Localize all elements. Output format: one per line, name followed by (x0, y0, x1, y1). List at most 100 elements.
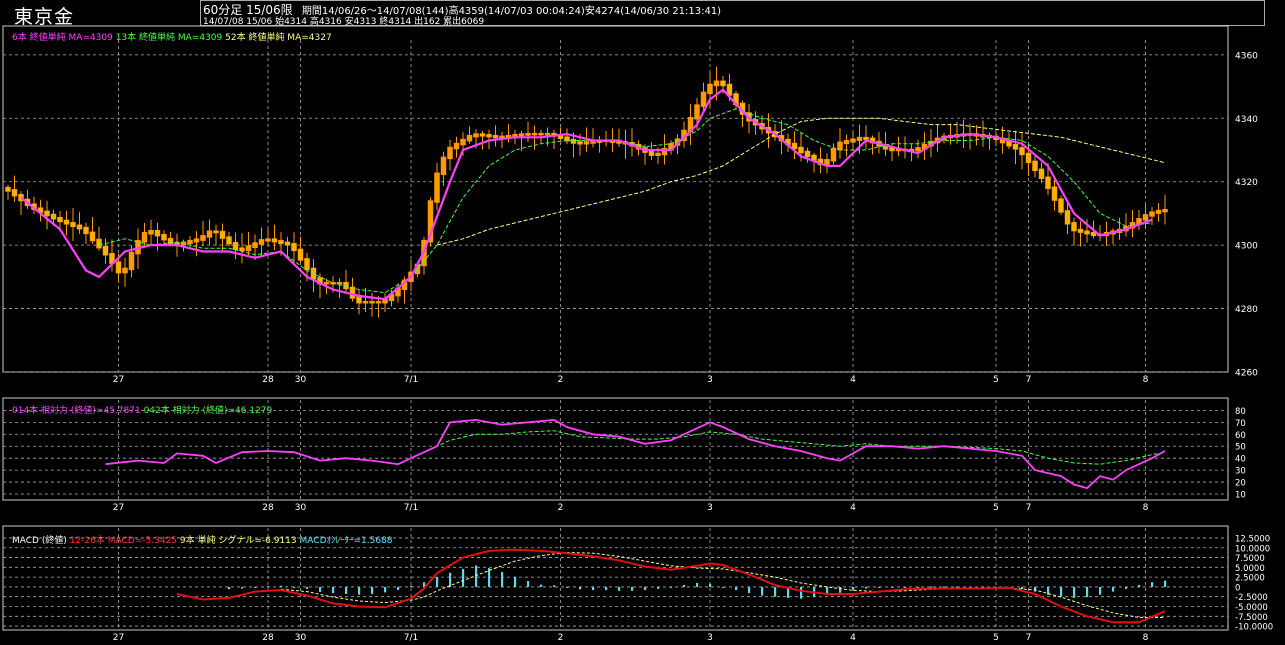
y-tick-label: 60 (1235, 431, 1246, 441)
candle-body (1019, 147, 1025, 156)
date-label: 4 (850, 375, 856, 385)
y-tick-label: -2.5000 (1235, 593, 1268, 603)
candle-body (193, 238, 200, 243)
candle-body (161, 233, 167, 241)
date-label: 5 (993, 375, 999, 385)
candle-body (50, 213, 57, 220)
histogram-bar (1125, 586, 1128, 589)
y-tick-label: 0 (1235, 583, 1240, 593)
candle-body (1012, 143, 1019, 150)
histogram-bar (280, 585, 283, 587)
y-tick-label: 70 (1235, 419, 1246, 429)
candle-body (583, 141, 590, 145)
candle-body (434, 172, 440, 203)
histogram-bar (618, 586, 621, 591)
candle-body (219, 230, 226, 239)
y-tick-label: -5.0000 (1235, 603, 1268, 613)
histogram-bar (1073, 586, 1076, 598)
candle-body (843, 140, 850, 145)
histogram-bar (306, 586, 309, 589)
y-tick-label: 4360 (1235, 51, 1258, 61)
candle-body (1025, 152, 1032, 164)
date-label: 8 (1143, 503, 1149, 513)
candle-body (440, 156, 447, 176)
histogram-bar (839, 586, 842, 593)
signal-line (280, 551, 1165, 618)
histogram-bar (1060, 586, 1063, 597)
histogram-bar (436, 577, 439, 587)
candle-body (369, 300, 375, 304)
y-tick-label: 4280 (1235, 305, 1258, 315)
candle-body (200, 235, 206, 241)
candle-body (538, 132, 544, 136)
candle-body (102, 245, 109, 256)
candle-body (1032, 160, 1038, 172)
candle-body (122, 267, 128, 274)
candle-body (245, 245, 252, 252)
histogram-bar (527, 581, 530, 587)
date-label: 27 (113, 375, 124, 385)
candle-body (707, 83, 713, 95)
candle-body (11, 189, 18, 197)
candle-body (525, 132, 531, 136)
histogram-bar (228, 586, 231, 590)
candle-body (336, 281, 343, 285)
candle-body (5, 186, 11, 192)
candle-body (323, 281, 330, 285)
date-label: 5 (993, 503, 999, 513)
y-tick-label: 10.0000 (1235, 544, 1270, 554)
candle-body (1155, 209, 1162, 214)
date-label: 7 (1026, 503, 1032, 513)
rsi42-line (423, 430, 1166, 465)
y-tick-label: 10 (1235, 491, 1246, 501)
histogram-bar (332, 586, 335, 594)
chart-window: 東京金 60分足 15/06限 期間14/06/26～14/07/08(144)… (0, 0, 1285, 645)
candle-body (252, 242, 258, 248)
date-label: 4 (850, 503, 856, 513)
candle-body (96, 238, 102, 249)
candle-body (460, 138, 466, 146)
y-tick-label: 50 (1235, 443, 1246, 453)
date-label: 3 (707, 375, 713, 385)
candle-body (798, 146, 804, 154)
histogram-bar (319, 586, 322, 593)
chart-canvas: 42604280430043204340436027 28 30 7/1 2 3 4 5 7 81… (2, 25, 1273, 643)
histogram-bar (514, 576, 517, 587)
histogram-bar (631, 586, 634, 591)
candle-body (804, 150, 811, 158)
histogram-bar (1099, 586, 1102, 595)
histogram-bar (1164, 580, 1167, 587)
candle-body (479, 133, 486, 137)
histogram-bar (657, 586, 660, 589)
candle-body (304, 258, 310, 271)
candle-body (265, 238, 271, 242)
candle-body (271, 238, 278, 243)
candle-body (453, 142, 460, 150)
histogram-bar (358, 586, 361, 595)
candle-body (648, 150, 655, 157)
y-tick-label: 12.5000 (1235, 534, 1270, 544)
candle-body (492, 134, 499, 139)
histogram-bar (397, 586, 400, 591)
y-tick-label: 7.5000 (1235, 554, 1265, 564)
y-tick-label: 4320 (1235, 178, 1258, 188)
panel-frame-0 (2, 25, 1229, 373)
date-label: 28 (262, 633, 274, 643)
histogram-bar (488, 568, 491, 587)
histogram-bar (644, 586, 647, 591)
candle-body (57, 216, 63, 223)
date-label: 7 (1026, 375, 1032, 385)
histogram-bar (904, 586, 907, 588)
y-tick-label: 5.0000 (1235, 564, 1265, 574)
candle-body (148, 230, 154, 235)
date-label: 8 (1143, 375, 1149, 385)
histogram-bar (891, 586, 894, 588)
candle-body (375, 300, 382, 304)
date-label: 7 (1026, 633, 1032, 643)
candle-body (226, 236, 232, 245)
histogram-bar (917, 586, 920, 588)
date-label: 5 (993, 633, 999, 643)
histogram-bar (943, 586, 946, 588)
histogram-bar (956, 586, 959, 588)
candle-body (83, 226, 89, 235)
